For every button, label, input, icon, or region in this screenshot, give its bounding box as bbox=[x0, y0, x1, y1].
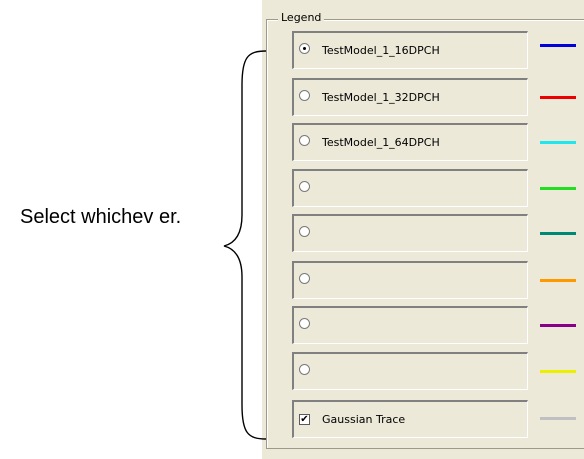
legend-color-swatch bbox=[540, 187, 576, 190]
legend-color-swatch bbox=[540, 141, 576, 144]
legend-title: Legend bbox=[278, 11, 325, 25]
radio-button[interactable] bbox=[299, 181, 310, 192]
radio-button[interactable] bbox=[299, 318, 310, 329]
checkbox[interactable]: ✔ bbox=[299, 414, 310, 425]
legend-row-5[interactable] bbox=[292, 214, 528, 252]
legend-row-6[interactable] bbox=[292, 261, 528, 299]
legend-color-swatch bbox=[540, 417, 576, 420]
legend-row-1[interactable]: TestModel_1_16DPCH bbox=[292, 31, 528, 69]
radio-button[interactable] bbox=[299, 135, 310, 146]
radio-button[interactable] bbox=[299, 226, 310, 237]
legend-row-3[interactable]: TestModel_1_64DPCH bbox=[292, 123, 528, 161]
legend-color-swatch bbox=[540, 370, 576, 373]
radio-button[interactable] bbox=[299, 273, 310, 284]
legend-row-label: TestModel_1_32DPCH bbox=[322, 91, 440, 104]
radio-button[interactable] bbox=[299, 364, 310, 375]
legend-row-4[interactable] bbox=[292, 169, 528, 207]
legend-color-swatch bbox=[540, 232, 576, 235]
annotation-text: Select whichev er. bbox=[20, 206, 182, 228]
legend-row-8[interactable] bbox=[292, 352, 528, 390]
legend-color-swatch bbox=[540, 44, 576, 47]
legend-row-label: TestModel_1_16DPCH bbox=[322, 44, 440, 57]
legend-row-label: TestModel_1_64DPCH bbox=[322, 136, 440, 149]
legend-row-7[interactable] bbox=[292, 306, 528, 344]
legend-row-label: Gaussian Trace bbox=[322, 413, 406, 426]
legend-row-2[interactable]: TestModel_1_32DPCH bbox=[292, 78, 528, 116]
radio-button[interactable] bbox=[299, 43, 310, 54]
legend-color-swatch bbox=[540, 279, 576, 282]
radio-button[interactable] bbox=[299, 90, 310, 101]
legend-color-swatch bbox=[540, 96, 576, 99]
legend-row-9[interactable]: ✔ Gaussian Trace bbox=[292, 400, 528, 438]
legend-color-swatch bbox=[540, 324, 576, 327]
brace-icon bbox=[223, 50, 267, 440]
